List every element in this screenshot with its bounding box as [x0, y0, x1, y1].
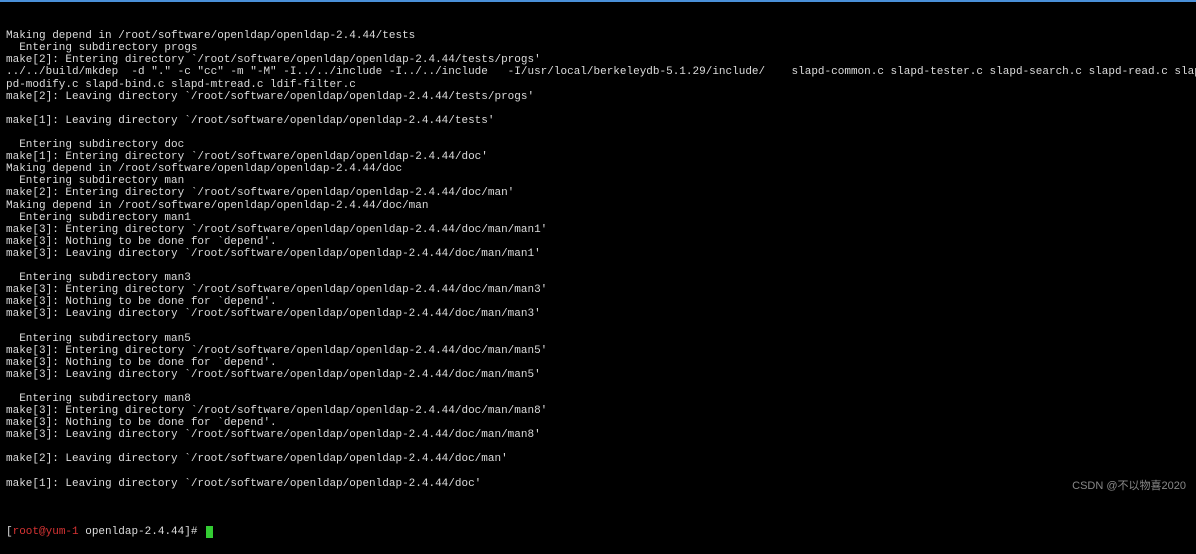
output-line	[6, 103, 1190, 115]
command-prompt[interactable]: [root@yum-1 openldap-2.4.44]#	[6, 526, 1190, 538]
output-line: make[1]: Leaving directory `/root/softwa…	[6, 478, 1190, 490]
output-line	[6, 490, 1190, 502]
output-line: Making depend in /root/software/openldap…	[6, 163, 1190, 175]
output-line: pd-modify.c slapd-bind.c slapd-mtread.c …	[6, 79, 1190, 91]
terminal-output[interactable]: Making depend in /root/software/openldap…	[0, 2, 1196, 554]
output-line: Entering subdirectory doc	[6, 139, 1190, 151]
output-line	[6, 381, 1190, 393]
output-line	[6, 320, 1190, 332]
prompt-user-host: root@yum-1	[13, 526, 79, 538]
output-line: Entering subdirectory progs	[6, 42, 1190, 54]
output-line: make[3]: Leaving directory `/root/softwa…	[6, 429, 1190, 441]
output-line: make[2]: Entering directory `/root/softw…	[6, 187, 1190, 199]
output-line: Entering subdirectory man5	[6, 333, 1190, 345]
output-line: make[3]: Entering directory `/root/softw…	[6, 405, 1190, 417]
output-line: make[1]: Entering directory `/root/softw…	[6, 151, 1190, 163]
output-line: Making depend in /root/software/openldap…	[6, 200, 1190, 212]
output-line: make[2]: Leaving directory `/root/softwa…	[6, 91, 1190, 103]
output-line: make[3]: Nothing to be done for `depend'…	[6, 357, 1190, 369]
output-line: Making depend in /root/software/openldap…	[6, 30, 1190, 42]
output-line: make[2]: Entering directory `/root/softw…	[6, 54, 1190, 66]
output-line: make[3]: Leaving directory `/root/softwa…	[6, 308, 1190, 320]
output-line	[6, 466, 1190, 478]
output-line	[6, 260, 1190, 272]
output-line: Entering subdirectory man8	[6, 393, 1190, 405]
output-line: Entering subdirectory man	[6, 175, 1190, 187]
prompt-open-bracket: [	[6, 526, 13, 538]
watermark-text: CSDN @不以物喜2020	[1072, 480, 1186, 492]
output-line: make[3]: Nothing to be done for `depend'…	[6, 296, 1190, 308]
output-line: make[3]: Leaving directory `/root/softwa…	[6, 369, 1190, 381]
output-line: make[3]: Leaving directory `/root/softwa…	[6, 248, 1190, 260]
output-line: make[2]: Leaving directory `/root/softwa…	[6, 453, 1190, 465]
output-line: make[1]: Leaving directory `/root/softwa…	[6, 115, 1190, 127]
prompt-directory: openldap-2.4.44	[85, 526, 184, 538]
output-line: make[3]: Entering directory `/root/softw…	[6, 224, 1190, 236]
output-line	[6, 441, 1190, 453]
output-line: make[3]: Entering directory `/root/softw…	[6, 345, 1190, 357]
output-line: make[3]: Entering directory `/root/softw…	[6, 284, 1190, 296]
prompt-space	[79, 526, 86, 538]
output-line: Entering subdirectory man1	[6, 212, 1190, 224]
output-line: ../../build/mkdep -d "." -c "cc" -m "-M"…	[6, 66, 1190, 78]
output-line: Entering subdirectory man3	[6, 272, 1190, 284]
cursor-icon	[206, 526, 213, 538]
output-line: make[3]: Nothing to be done for `depend'…	[6, 236, 1190, 248]
output-line	[6, 127, 1190, 139]
output-line: make[3]: Nothing to be done for `depend'…	[6, 417, 1190, 429]
prompt-close: ]#	[184, 526, 204, 538]
